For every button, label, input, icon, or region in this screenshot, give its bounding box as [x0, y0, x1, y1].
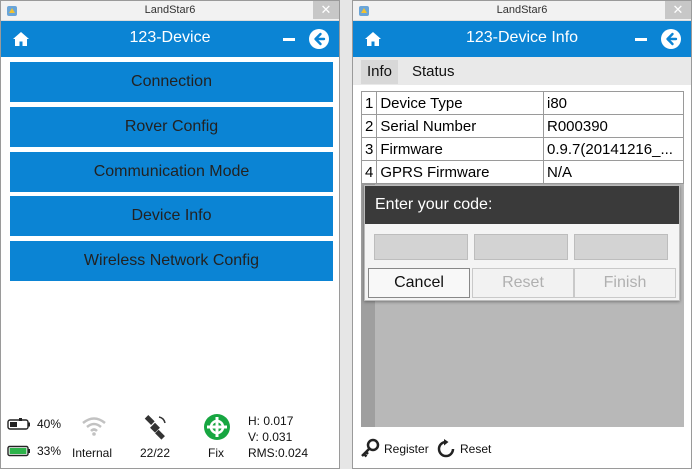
- status-bar: 40% 33% Internal 22/22 Fix H: 0.017 V: 0…: [1, 409, 339, 468]
- property-name: Firmware: [376, 137, 544, 161]
- tab-bar: Info Status: [353, 57, 691, 85]
- back-icon[interactable]: [308, 28, 330, 50]
- rover-config-button[interactable]: Rover Config: [10, 107, 333, 147]
- wireless-network-config-button[interactable]: Wireless Network Config: [10, 241, 333, 281]
- finish-button[interactable]: Finish: [574, 268, 676, 298]
- window-title: LandStar6: [144, 4, 196, 16]
- device-info-button[interactable]: Device Info: [10, 196, 333, 236]
- code-input-2[interactable]: [474, 234, 568, 260]
- back-icon[interactable]: [660, 28, 682, 50]
- window-title: LandStar6: [496, 4, 548, 16]
- device-battery-level: 40%: [37, 417, 62, 431]
- reset-button[interactable]: Reset: [460, 442, 491, 456]
- key-icon[interactable]: [360, 438, 380, 458]
- property-name: Serial Number: [376, 114, 544, 138]
- satellite-icon: [144, 415, 166, 440]
- property-value: N/A: [543, 160, 684, 184]
- device-info-window: LandStar6 ✕ 123-Device Info Info Status …: [352, 0, 692, 469]
- bottom-toolbar: Register Reset: [353, 431, 691, 468]
- info-table: 1 Device Type i80 2 Serial Number R00039…: [360, 91, 684, 184]
- row-number: 3: [360, 137, 378, 161]
- tab-status[interactable]: Status: [406, 60, 461, 84]
- app-header: 123-Device Info: [353, 21, 691, 57]
- fix-status-icon: [204, 414, 230, 440]
- code-input-3[interactable]: [574, 234, 668, 260]
- table-row[interactable]: 4 GPRS Firmware N/A: [360, 160, 684, 184]
- receiver-battery-icon: [7, 418, 30, 430]
- table-row[interactable]: 3 Firmware 0.9.7(20141216_...: [360, 137, 684, 161]
- row-number: 1: [360, 91, 378, 115]
- reset-icon[interactable]: [435, 438, 457, 460]
- code-input-1[interactable]: [374, 234, 468, 260]
- app-header: 123-Device: [1, 21, 339, 57]
- controller-battery-icon: [7, 445, 30, 457]
- window-close-button[interactable]: ✕: [665, 1, 691, 19]
- link-label: Internal: [72, 446, 113, 460]
- window-close-button[interactable]: ✕: [313, 1, 339, 19]
- solution-label: Fix: [208, 446, 224, 460]
- rms-value: RMS:0.024: [248, 446, 309, 460]
- satellite-count: 22/22: [140, 446, 171, 460]
- minimize-icon[interactable]: [635, 38, 647, 41]
- v-precision: V: 0.031: [248, 430, 293, 444]
- tab-info[interactable]: Info: [361, 60, 399, 84]
- row-number: 4: [360, 160, 378, 184]
- device-battery: 40%: [7, 417, 67, 431]
- property-name: Device Type: [376, 91, 544, 115]
- window-titlebar: LandStar6 ✕: [353, 1, 691, 21]
- property-value: 0.9.7(20141216_...: [543, 137, 684, 161]
- window-titlebar: LandStar6 ✕: [1, 1, 339, 21]
- communication-mode-button[interactable]: Communication Mode: [10, 152, 333, 192]
- controller-battery: 33%: [7, 444, 67, 458]
- table-row[interactable]: 2 Serial Number R000390: [360, 114, 684, 138]
- dialog-reset-button[interactable]: Reset: [472, 268, 574, 298]
- enter-code-dialog: Enter your code: Cancel Reset Finish: [364, 185, 680, 301]
- property-value: R000390: [543, 114, 684, 138]
- property-value: i80: [543, 91, 684, 115]
- h-precision: H: 0.017: [248, 414, 294, 428]
- property-name: GPRS Firmware: [376, 160, 544, 184]
- minimize-icon[interactable]: [283, 38, 295, 41]
- table-row[interactable]: 1 Device Type i80: [360, 91, 684, 115]
- device-window: LandStar6 ✕ 123-Device Connection Rover …: [0, 0, 340, 469]
- dialog-title: Enter your code:: [365, 186, 679, 224]
- wifi-icon: [82, 417, 106, 436]
- connection-button[interactable]: Connection: [10, 62, 333, 102]
- register-button[interactable]: Register: [384, 442, 429, 456]
- cancel-button[interactable]: Cancel: [368, 268, 470, 298]
- row-number: 2: [360, 114, 378, 138]
- controller-battery-level: 33%: [37, 444, 62, 458]
